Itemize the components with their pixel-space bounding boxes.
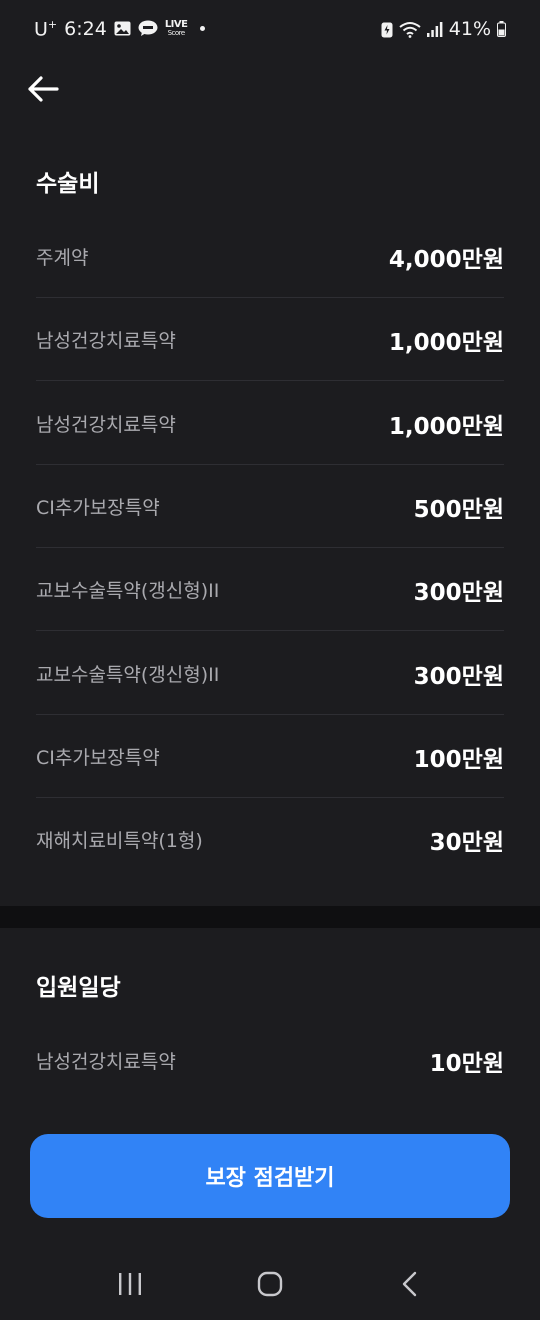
live-score-top: LIVE: [164, 18, 188, 30]
row-label: 주계약: [36, 247, 89, 269]
row-value: 1,000만원: [388, 413, 504, 440]
app-bar: [0, 62, 540, 114]
coverage-check-button[interactable]: 보장 점검받기: [30, 1134, 510, 1218]
carrier-name: U: [34, 18, 48, 41]
row-value: 300만원: [413, 579, 504, 606]
row-value: 4,000만원: [388, 246, 504, 273]
row-label: 남성건강치료특약: [36, 330, 176, 352]
battery-percent: 41%: [448, 18, 491, 40]
back-button[interactable]: [24, 70, 62, 108]
list-item: CI추가보장특약 100만원: [36, 715, 504, 798]
row-value: 300만원: [413, 663, 504, 690]
recent-apps-icon: [119, 1273, 141, 1295]
live-score-bottom: Score: [167, 28, 186, 37]
list-item: 주계약 4,000만원: [36, 215, 504, 298]
battery-saver-icon: [381, 21, 393, 38]
row-value: 10만원: [429, 1050, 504, 1077]
carrier-sup: +: [47, 17, 58, 31]
list-item: 남성건강치료특약 10만원: [36, 1019, 504, 1102]
row-value: 1,000만원: [388, 329, 504, 356]
status-bar: U+ 6:24 LIVE Score 41%: [0, 0, 540, 58]
carrier-label: U+: [34, 18, 57, 40]
row-value: 500만원: [413, 496, 504, 523]
notification-dot: [200, 26, 206, 32]
list-item: 남성건강치료특약 1,000만원: [36, 298, 504, 381]
row-value: 30만원: [429, 829, 504, 856]
list-item: 교보수술특약(갱신형)II 300만원: [36, 632, 504, 715]
row-label: CI추가보장특약: [36, 747, 160, 769]
home-icon: [257, 1271, 283, 1297]
list-item: 남성건강치료특약 1,000만원: [36, 382, 504, 465]
screen: U+ 6:24 LIVE Score 41% 수술비 주계약 4,000만원 남…: [0, 0, 540, 1320]
row-label: 재해치료비특약(1형): [36, 830, 203, 852]
section-divider: [0, 906, 540, 928]
nav-back-button[interactable]: [380, 1254, 440, 1314]
live-score-icon: LIVE Score: [164, 18, 188, 37]
talk-icon: [138, 20, 158, 37]
section-title: 입원일당: [36, 975, 121, 1001]
row-value: 100만원: [413, 746, 504, 773]
row-label: 남성건강치료특약: [36, 1051, 176, 1073]
row-label: CI추가보장특약: [36, 497, 160, 519]
arrow-left-icon: [28, 76, 59, 102]
system-nav-bar: [0, 1248, 540, 1320]
status-left: U+ 6:24 LIVE Score: [34, 17, 206, 40]
signal-icon: [426, 21, 443, 37]
battery-icon: [497, 21, 506, 37]
row-label: 교보수술특약(갱신형)II: [36, 664, 220, 686]
back-icon: [402, 1271, 417, 1297]
row-label: 남성건강치료특약: [36, 414, 176, 436]
list-item: CI추가보장특약 500만원: [36, 465, 504, 548]
list-item: 교보수술특약(갱신형)II 300만원: [36, 548, 504, 631]
image-icon: [114, 21, 131, 36]
section-title: 수술비: [36, 171, 100, 197]
status-time: 6:24: [64, 17, 107, 40]
status-right: 41%: [381, 18, 506, 40]
recent-apps-button[interactable]: [100, 1254, 160, 1314]
row-label: 교보수술특약(갱신형)II: [36, 580, 220, 602]
list-item: 재해치료비특약(1형) 30만원: [36, 798, 504, 881]
wifi-icon: [399, 21, 421, 38]
home-button[interactable]: [240, 1254, 300, 1314]
